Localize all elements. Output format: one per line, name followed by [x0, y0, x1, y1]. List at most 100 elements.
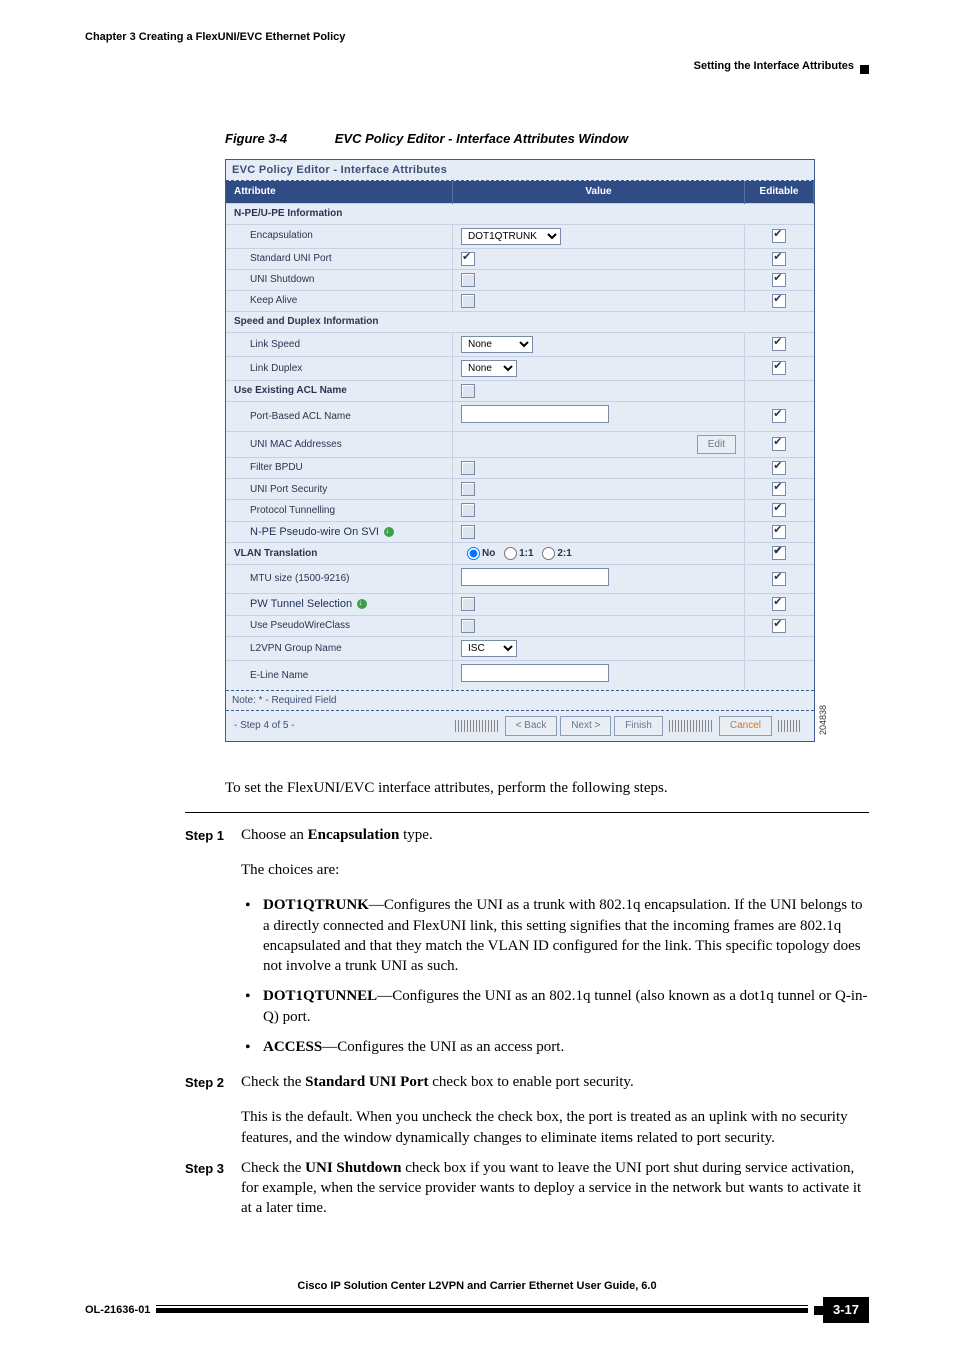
vlan-11-radio[interactable] — [504, 547, 517, 560]
port-acl-editable-checkbox[interactable] — [772, 409, 786, 423]
figure-caption: Figure 3-4 EVC Policy Editor - Interface… — [225, 130, 869, 148]
row-uni-port-security-label: UNI Port Security — [226, 479, 453, 500]
step1-label: Step 1 — [185, 825, 241, 845]
row-link-speed-label: Link Speed — [226, 333, 453, 357]
link-speed-select[interactable]: None — [461, 336, 533, 353]
next-button[interactable]: Next > — [560, 716, 611, 736]
uni-mac-editable-checkbox[interactable] — [772, 437, 786, 451]
row-link-duplex-label: Link Duplex — [226, 357, 453, 381]
grip-icon — [669, 720, 713, 732]
vlan-no-radio[interactable] — [467, 547, 480, 560]
npe-svi-editable-checkbox[interactable] — [772, 525, 786, 539]
uni-port-security-editable-checkbox[interactable] — [772, 482, 786, 496]
standard-uni-checkbox[interactable] — [461, 252, 475, 266]
row-mtu-label: MTU size (1500-9216) — [226, 564, 453, 594]
header-marker-icon — [860, 65, 869, 74]
row-eline-label: E-Line Name — [226, 661, 453, 690]
l2vpn-group-select[interactable]: ISC — [461, 640, 517, 657]
section-npe-upe: N-PE/U-PE Information — [226, 203, 814, 224]
encapsulation-editable-checkbox[interactable] — [772, 229, 786, 243]
row-filter-bpdu-label: Filter BPDU — [226, 458, 453, 479]
row-protocol-tunnelling-label: Protocol Tunnelling — [226, 500, 453, 521]
mtu-editable-checkbox[interactable] — [772, 572, 786, 586]
keep-alive-editable-checkbox[interactable] — [772, 294, 786, 308]
row-encapsulation-label: Encapsulation — [226, 224, 453, 248]
back-button[interactable]: < Back — [505, 716, 558, 736]
step3-label: Step 3 — [185, 1158, 241, 1219]
row-l2vpn-group-label: L2VPN Group Name — [226, 637, 453, 661]
filter-bpdu-checkbox[interactable] — [461, 461, 475, 475]
rule-line — [185, 812, 869, 813]
row-standard-uni-label: Standard UNI Port — [226, 248, 453, 269]
required-note: Note: * - Required Field — [226, 690, 814, 711]
finish-button[interactable]: Finish — [614, 716, 663, 736]
footer-title: Cisco IP Solution Center L2VPN and Carri… — [85, 1279, 869, 1294]
footer-marker-icon — [814, 1306, 823, 1315]
row-keep-alive-label: Keep Alive — [226, 290, 453, 311]
bullet-dot1qtrunk: DOT1QTRUNK—Configures the UNI as a trunk… — [241, 895, 869, 976]
vlan-translation-editable-checkbox[interactable] — [772, 546, 786, 560]
vlan-21-radio[interactable] — [542, 547, 555, 560]
uni-shutdown-editable-checkbox[interactable] — [772, 273, 786, 287]
bullet-dot1qtunnel: DOT1QTUNNEL—Configures the UNI as an 802… — [241, 986, 869, 1027]
intro-text: To set the FlexUNI/EVC interface attribu… — [225, 778, 869, 798]
eline-input[interactable] — [461, 664, 609, 682]
row-port-acl-label: Port-Based ACL Name — [226, 402, 453, 432]
use-pwc-editable-checkbox[interactable] — [772, 619, 786, 633]
grip-icon — [455, 720, 499, 732]
section-speed-duplex: Speed and Duplex Information — [226, 312, 814, 333]
filter-bpdu-editable-checkbox[interactable] — [772, 461, 786, 475]
wizard-step: - Step 4 of 5 - — [234, 719, 449, 733]
row-npe-svi-label: N-PE Pseudo-wire On SVI — [226, 521, 453, 543]
uni-port-security-checkbox[interactable] — [461, 482, 475, 496]
section-header: Setting the Interface Attributes — [694, 59, 854, 74]
uni-shutdown-checkbox[interactable] — [461, 273, 475, 287]
step2-paragraph: This is the default. When you uncheck th… — [241, 1107, 869, 1148]
protocol-tunnelling-checkbox[interactable] — [461, 503, 475, 517]
link-duplex-select[interactable]: None — [461, 360, 517, 377]
figure-screenshot: EVC Policy Editor - Interface Attributes… — [225, 159, 815, 741]
row-uni-mac-label: UNI MAC Addresses — [226, 431, 453, 458]
step3-text: Check the UNI Shutdown check box if you … — [241, 1158, 869, 1219]
use-pwc-checkbox[interactable] — [461, 619, 475, 633]
page-number: 3-17 — [823, 1297, 869, 1323]
mtu-input[interactable] — [461, 568, 609, 586]
protocol-tunnelling-editable-checkbox[interactable] — [772, 503, 786, 517]
row-use-pwc-label: Use PseudoWireClass — [226, 615, 453, 636]
page-footer: Cisco IP Solution Center L2VPN and Carri… — [85, 1279, 869, 1323]
keep-alive-checkbox[interactable] — [461, 294, 475, 308]
editor-title: EVC Policy Editor - Interface Attributes — [226, 160, 814, 181]
footer-rule — [156, 1308, 808, 1313]
footer-doc-id: OL-21636-01 — [85, 1303, 150, 1318]
chapter-header: Chapter 3 Creating a FlexUNI/EVC Etherne… — [85, 30, 869, 45]
attributes-table: Attribute Value Editable N-PE/U-PE Infor… — [226, 181, 814, 689]
figure-title: EVC Policy Editor - Interface Attributes… — [335, 131, 628, 146]
row-uni-shutdown-label: UNI Shutdown — [226, 269, 453, 290]
port-acl-input[interactable] — [461, 405, 609, 423]
col-editable: Editable — [745, 181, 814, 203]
bullet-access: ACCESS—Configures the UNI as an access p… — [241, 1037, 869, 1057]
row-vlan-translation-label: VLAN Translation — [226, 543, 453, 564]
standard-uni-editable-checkbox[interactable] — [772, 252, 786, 266]
pw-tunnel-editable-checkbox[interactable] — [772, 597, 786, 611]
encapsulation-select[interactable]: DOT1QTRUNK — [461, 228, 561, 245]
step2-label: Step 2 — [185, 1072, 241, 1092]
pw-tunnel-checkbox[interactable] — [461, 597, 475, 611]
edit-mac-button[interactable]: Edit — [697, 435, 736, 455]
vlan-translation-radios[interactable]: No 1:1 2:1 — [461, 548, 572, 559]
cancel-button[interactable]: Cancel — [719, 716, 772, 736]
image-ref-number: 204838 — [817, 705, 829, 735]
col-value: Value — [453, 181, 745, 203]
link-speed-editable-checkbox[interactable] — [772, 337, 786, 351]
link-duplex-editable-checkbox[interactable] — [772, 361, 786, 375]
npe-svi-checkbox[interactable] — [461, 525, 475, 539]
step1-choices: The choices are: — [241, 860, 869, 880]
use-acl-checkbox[interactable] — [461, 384, 475, 398]
row-pw-tunnel-label: PW Tunnel Selection — [226, 594, 453, 616]
hint-icon — [384, 527, 394, 537]
step1-text: Choose an Encapsulation type. — [241, 825, 869, 845]
row-use-acl-label: Use Existing ACL Name — [226, 381, 453, 402]
step2-text: Check the Standard UNI Port check box to… — [241, 1072, 869, 1092]
col-attribute: Attribute — [226, 181, 453, 203]
figure-label: Figure 3-4 — [225, 131, 287, 146]
